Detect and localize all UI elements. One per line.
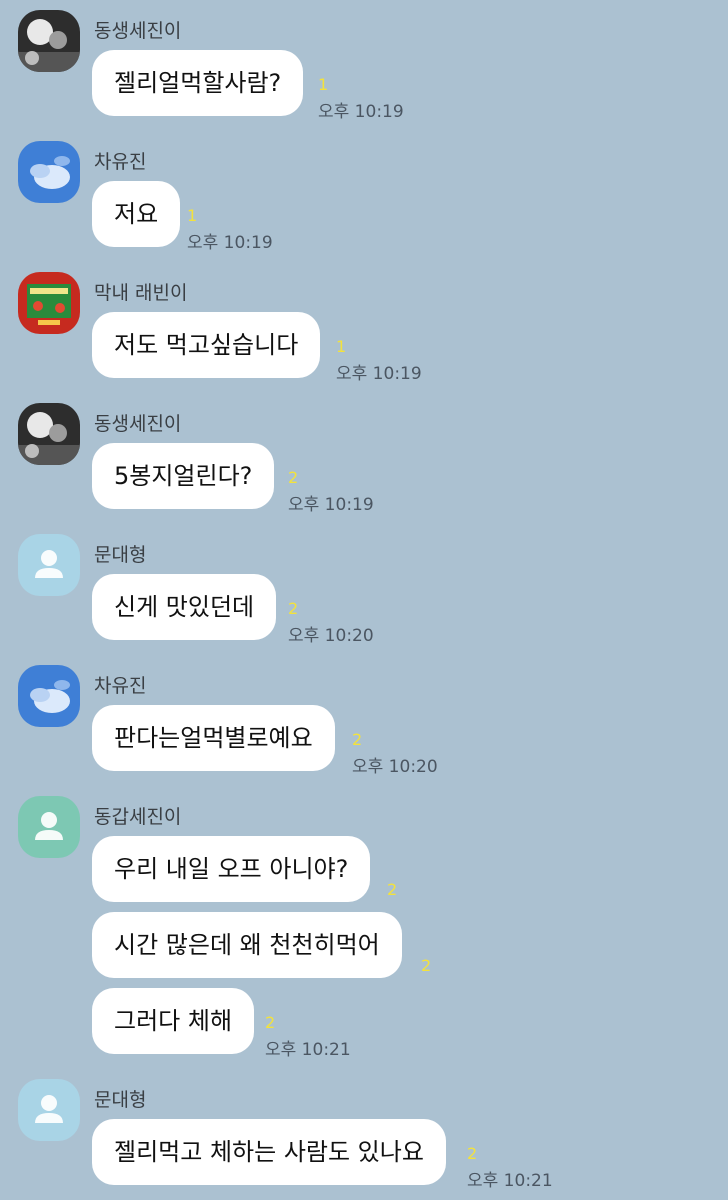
message-row: 시간 많은데 왜 천천히먹어 2 (0, 912, 728, 978)
sender-name: 차유진 (94, 675, 147, 697)
message-row: 저도 먹고싶습니다 1 오후 10:19 (0, 312, 728, 384)
unread-count: 2 (467, 1144, 478, 1163)
message-row: 젤리얼먹할사람? 1 오후 10:19 (0, 50, 728, 122)
unread-count: 2 (387, 880, 398, 899)
message-bubble[interactable]: 5봉지얼린다? (92, 443, 275, 509)
sender-name: 문대형 (94, 1089, 147, 1111)
sender-name: 동생세진이 (94, 413, 182, 435)
message-bubble[interactable]: 저요 (92, 181, 181, 247)
sender-name: 문대형 (94, 544, 147, 566)
message-row: 5봉지얼린다? 2 오후 10:19 (0, 443, 728, 515)
unread-count: 1 (336, 337, 347, 356)
message-bubble[interactable]: 판다는얼먹별로예요 (92, 705, 335, 771)
message-row: 그러다 체해 2 오후 10:21 (0, 988, 728, 1060)
message-bubble[interactable]: 저도 먹고싶습니다 (92, 312, 321, 378)
message-time: 오후 10:21 (265, 1040, 351, 1060)
sender-name: 차유진 (94, 151, 147, 173)
unread-count: 2 (265, 1013, 276, 1032)
message-time: 오후 10:20 (352, 757, 438, 777)
unread-count: 1 (318, 75, 329, 94)
message-bubble[interactable]: 신게 맛있던데 (92, 574, 277, 640)
sender-name: 막내 래빈이 (94, 282, 188, 304)
message-row: 저요 1 오후 10:19 (0, 181, 728, 253)
message-bubble[interactable]: 우리 내일 오프 아니야? (92, 836, 371, 902)
message-row: 젤리먹고 체하는 사람도 있나요 2 오후 10:21 (0, 1119, 728, 1191)
sender-name: 동갑세진이 (94, 806, 182, 828)
unread-count: 2 (288, 599, 299, 618)
message-bubble[interactable]: 시간 많은데 왜 천천히먹어 (92, 912, 402, 978)
message-time: 오후 10:20 (288, 626, 374, 646)
message-time: 오후 10:19 (336, 364, 422, 384)
message-time: 오후 10:21 (467, 1171, 553, 1191)
message-row: 우리 내일 오프 아니야? 2 (0, 836, 728, 902)
message-bubble[interactable]: 젤리먹고 체하는 사람도 있나요 (92, 1119, 446, 1185)
unread-count: 2 (421, 956, 432, 975)
unread-count: 1 (187, 206, 198, 225)
sender-name: 동생세진이 (94, 20, 182, 42)
message-bubble[interactable]: 그러다 체해 (92, 988, 255, 1054)
message-bubble[interactable]: 젤리얼먹할사람? (92, 50, 304, 116)
unread-count: 2 (288, 468, 299, 487)
message-row: 판다는얼먹별로예요 2 오후 10:20 (0, 705, 728, 777)
message-row: 신게 맛있던데 2 오후 10:20 (0, 574, 728, 646)
message-time: 오후 10:19 (187, 233, 273, 253)
message-time: 오후 10:19 (288, 495, 374, 515)
unread-count: 2 (352, 730, 363, 749)
message-time: 오후 10:19 (318, 102, 404, 122)
